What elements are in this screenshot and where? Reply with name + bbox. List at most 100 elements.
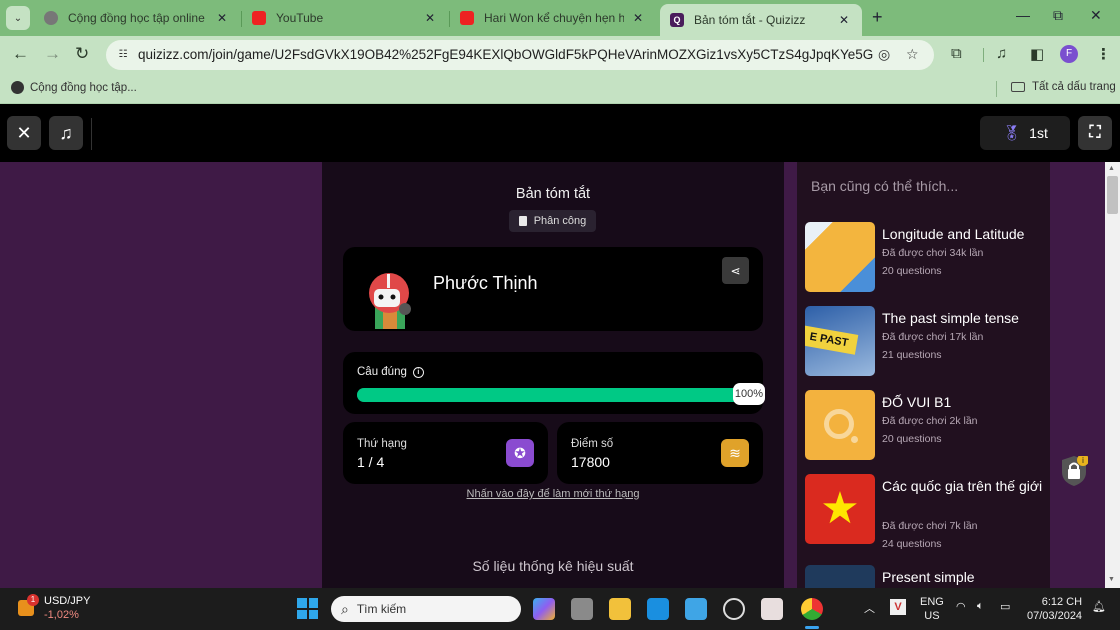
recommendation-item[interactable]: Longitude and Latitude Đã được chơi 34k … [805, 222, 1045, 294]
quizizz-logo-thumbnail [805, 390, 875, 460]
recommendation-item[interactable]: Present simple [805, 565, 1045, 588]
tray-overflow-icon[interactable]: ︿ [864, 600, 875, 616]
close-tab-icon[interactable]: ✕ [214, 11, 230, 25]
accuracy-label: Câu đúng [357, 366, 407, 378]
dell-icon[interactable] [723, 598, 745, 620]
taskbar-search[interactable]: ⌕ Tìm kiếm [331, 596, 521, 622]
info-icon[interactable]: i [412, 366, 424, 378]
side-panel-icon[interactable]: ◧ [1030, 45, 1044, 63]
close-icon: ✕ [16, 122, 32, 143]
bookmarks-bar: Cộng đồng học tập... Tất cả dấu trang [0, 74, 1120, 104]
rank-pill[interactable]: 🏅︎ 1st [980, 116, 1070, 150]
close-tab-icon[interactable]: ✕ [836, 13, 852, 27]
volume-icon[interactable]: 🔈︎ [977, 600, 984, 613]
start-button[interactable] [297, 598, 318, 619]
task-view-icon[interactable] [571, 598, 593, 620]
summary-panel: Bản tóm tắt Phân công Phước Thịnh ⋖ Câu … [322, 162, 784, 588]
map-thumbnail [805, 222, 875, 292]
mail-icon[interactable] [647, 598, 669, 620]
player-avatar [369, 273, 411, 329]
youtube-icon [460, 11, 474, 25]
rank-card: Thứ hạng 1 / 4 ✪ [343, 422, 548, 484]
close-window-button[interactable]: ✕ [1090, 7, 1102, 24]
forward-button[interactable]: → [44, 44, 61, 64]
score-value: 17800 [571, 454, 610, 470]
vietnam-flag-thumbnail: ★ [805, 474, 875, 544]
tab-cong-dong[interactable]: Cộng đồng học tập online | Học ✕ [34, 4, 240, 32]
globe-icon [44, 11, 58, 25]
summary-title: Bản tóm tắt [515, 186, 591, 202]
antivirus-icon[interactable]: V [890, 599, 906, 615]
battery-icon[interactable]: ▭ [1000, 600, 1010, 613]
recommendations-title: Bạn cũng có thể thích... [811, 178, 959, 194]
language-indicator[interactable]: ENG US [920, 595, 944, 623]
app-grid-icon[interactable] [761, 598, 783, 620]
fullscreen-button[interactable]: ⛶ [1078, 116, 1112, 150]
fullscreen-icon: ⛶ [1089, 124, 1101, 141]
profile-avatar[interactable]: F [1060, 45, 1078, 63]
recommendation-item[interactable]: ★ Các quốc gia trên thế giới Đã được chơ… [805, 474, 1045, 564]
close-tab-icon[interactable]: ✕ [630, 11, 646, 25]
share-icon: ⋖ [730, 263, 741, 278]
chevron-down-icon: ⌄ [13, 12, 23, 24]
all-bookmarks-button[interactable]: Tất cả dấu trang [1011, 81, 1116, 93]
rank-label: Thứ hạng [357, 438, 407, 450]
performance-stats-heading: Số liệu thống kê hiệu suất [472, 558, 634, 574]
youtube-icon [252, 11, 266, 25]
address-bar[interactable]: ☷ quizizz.com/join/game/U2FsdGVkX19OB42%… [106, 40, 934, 70]
share-button[interactable]: ⋖ [722, 257, 749, 284]
scrollbar-thumb[interactable] [1107, 176, 1118, 214]
file-explorer-icon[interactable] [609, 598, 631, 620]
tab-search-button[interactable]: ⌄ [6, 6, 30, 30]
notification-badge: 1 [27, 594, 39, 606]
extensions-icon[interactable]: ⧉ [951, 45, 962, 62]
browser-tab-bar: ⌄ Cộng đồng học tập online | Học ✕ YouTu… [0, 0, 1120, 36]
scroll-down-arrow[interactable]: ▼ [1108, 576, 1115, 583]
windows-taskbar: 1 USD/JPY -1,02% ⌕ Tìm kiếm ︿ V ENG US ◠… [0, 588, 1120, 630]
minimize-button[interactable]: — [1016, 7, 1030, 23]
quiz-top-bar: ✕ ♫ 🏅︎ 1st ⛶ [0, 104, 1120, 162]
bookmark-cong-dong[interactable]: Cộng đồng học tập... [11, 81, 137, 94]
music-note-icon: ♫ [59, 122, 73, 143]
search-icon: ⌕ [341, 600, 349, 617]
media-control-icon[interactable]: ♫ [996, 45, 1007, 62]
wifi-icon[interactable]: ◠ [956, 600, 966, 613]
back-button[interactable]: ← [12, 44, 29, 64]
assignment-badge[interactable]: Phân công [509, 210, 596, 232]
music-toggle-button[interactable]: ♫ [49, 116, 83, 150]
reload-button[interactable]: ↻ [75, 44, 89, 64]
close-tab-icon[interactable]: ✕ [422, 11, 438, 25]
clock[interactable]: 6:12 CH 07/03/2024 [1027, 595, 1082, 623]
exit-quiz-button[interactable]: ✕ [7, 116, 41, 150]
page-scrollbar[interactable]: ▲ ▼ [1105, 162, 1120, 588]
tab-hari-won[interactable]: Hari Won kể chuyện hẹn hò với ✕ [450, 4, 656, 32]
stock-widget[interactable]: 1 USD/JPY -1,02% [16, 594, 106, 624]
lock-extension-icon[interactable]: i [1060, 456, 1088, 486]
present-simple-thumbnail [805, 565, 875, 588]
left-background [0, 162, 322, 588]
accuracy-card: Câu đúng i 100% [343, 352, 765, 414]
medal-icon: 🏅︎ [1002, 125, 1022, 142]
bookmark-star-icon[interactable]: ☆ [906, 46, 919, 63]
recommendation-item[interactable]: E PAST The past simple tense Đã được chơ… [805, 306, 1045, 378]
new-tab-button[interactable]: + [872, 7, 883, 28]
tab-youtube[interactable]: YouTube ✕ [242, 4, 448, 32]
url-text[interactable]: quizizz.com/join/game/U2FsdGVkX19OB42%25… [138, 47, 874, 62]
score-label: Điểm số [571, 438, 614, 450]
notepad-icon[interactable] [685, 598, 707, 620]
tracking-protection-icon[interactable]: ◎ [878, 46, 890, 63]
quizizz-icon: Q [670, 13, 684, 27]
player-card: Phước Thịnh ⋖ [343, 247, 763, 331]
refresh-rank-link[interactable]: Nhấn vào đây để làm mới thứ hạng [322, 488, 784, 500]
restore-button[interactable]: ⧉ [1053, 7, 1063, 24]
scroll-up-arrow[interactable]: ▲ [1108, 165, 1115, 172]
accuracy-percent: 100% [733, 383, 765, 405]
recommendation-item[interactable]: ĐỐ VUI B1 Đã được chơi 2k lần 20 questio… [805, 390, 1045, 462]
medal-icon: ✪ [506, 439, 534, 467]
chrome-icon[interactable] [801, 598, 823, 620]
menu-kebab-icon[interactable]: ⋮ [1096, 45, 1111, 63]
notifications-icon[interactable]: 🔔︎ [1092, 600, 1106, 613]
site-info-icon[interactable]: ☷ [114, 46, 132, 64]
tab-quizizz[interactable]: Q Bản tóm tắt - Quizizz ✕ [660, 4, 862, 36]
copilot-icon[interactable] [533, 598, 555, 620]
